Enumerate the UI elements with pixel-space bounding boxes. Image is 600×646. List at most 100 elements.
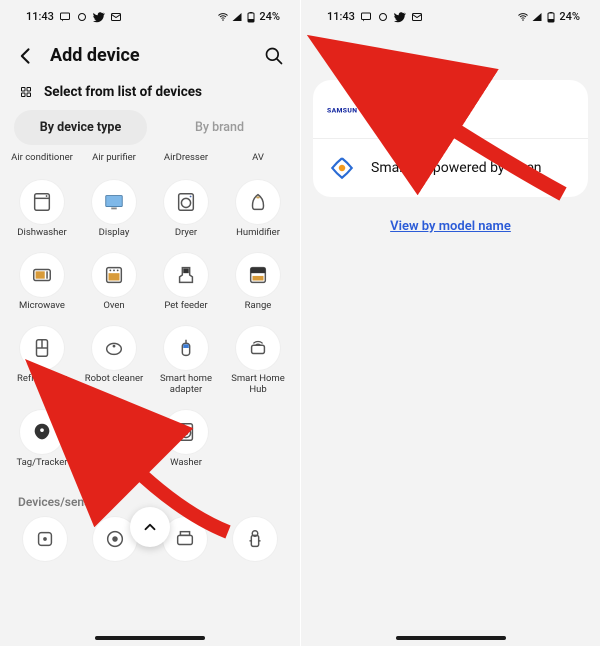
tab-by-device-type[interactable]: By device type — [14, 110, 147, 145]
status-left: 11:43 — [26, 10, 122, 23]
device-refrigerator[interactable]: Refrigerator — [6, 324, 78, 402]
device-label: Range — [245, 301, 272, 312]
device-label: Oven — [103, 301, 124, 312]
circle-icon — [76, 11, 88, 23]
device-dryer[interactable]: Dryer — [150, 178, 222, 245]
oven-icon — [92, 253, 136, 297]
samsung-logo-icon: SAMSUNG — [327, 94, 357, 124]
status-bar: 11:43 24% — [0, 0, 300, 27]
signal-icon — [231, 11, 243, 23]
battery-icon — [545, 11, 557, 23]
list-item-label: Samsung — [371, 101, 430, 117]
screen-tv: 11:43 24% TV SAMSUNG — [300, 0, 600, 646]
screen-add-device: 11:43 24% Add device — [0, 0, 300, 646]
device-grid: Dishwasher Display Dryer Humidifier Micr… — [0, 170, 300, 481]
section-header-text: Select from list of devices — [44, 84, 202, 100]
device-range[interactable]: Range — [222, 251, 294, 318]
tag-icon — [20, 410, 64, 454]
display-icon — [92, 180, 136, 224]
mail-icon — [411, 11, 423, 23]
collapse-fab[interactable] — [130, 507, 170, 547]
brand-list: SAMSUNG Samsung Smart TV powered by Tize… — [313, 80, 588, 197]
status-left: 11:43 — [327, 10, 423, 23]
scan-icon[interactable] — [18, 84, 34, 100]
tizen-logo-icon — [327, 153, 357, 183]
section-header: Select from list of devices — [0, 80, 300, 110]
device-label: Smart Home Hub — [222, 374, 294, 396]
device-humidifier[interactable]: Humidifier — [222, 178, 294, 245]
device-label: Display — [99, 228, 130, 239]
sensor-icon[interactable] — [23, 517, 67, 561]
battery-icon — [245, 11, 257, 23]
device-tv[interactable]: TV — [78, 408, 150, 475]
chevron-left-icon — [317, 46, 337, 66]
device-display[interactable]: Display — [78, 178, 150, 245]
device-oven[interactable]: Oven — [78, 251, 150, 318]
tabs: By device type By brand — [0, 110, 300, 145]
range-icon — [236, 253, 280, 297]
washer-icon — [164, 410, 208, 454]
list-item-tizen[interactable]: Smart TV powered by Tizen — [313, 138, 588, 197]
device-label: Refrigerator — [17, 374, 67, 385]
device-item[interactable]: AirDresser — [150, 151, 222, 170]
robot-icon — [92, 326, 136, 370]
device-robot-cleaner[interactable]: Robot cleaner — [78, 324, 150, 402]
dishwasher-icon — [20, 180, 64, 224]
device-item[interactable]: Air purifier — [78, 151, 150, 170]
status-right: 24% — [217, 10, 280, 23]
sensor-icon[interactable] — [233, 517, 277, 561]
microwave-icon — [20, 253, 64, 297]
device-tag-tracker[interactable]: Tag/Tracker — [6, 408, 78, 475]
tab-by-brand[interactable]: By brand — [153, 110, 286, 145]
link-text: View by model name — [390, 219, 511, 234]
back-button[interactable] — [16, 46, 36, 66]
search-icon — [264, 46, 284, 66]
device-label: Humidifier — [236, 228, 280, 239]
device-label: Microwave — [19, 301, 65, 312]
list-item-samsung[interactable]: SAMSUNG Samsung — [313, 80, 588, 138]
petfeeder-icon — [164, 253, 208, 297]
svg-text:SAMSUNG: SAMSUNG — [327, 106, 357, 114]
device-microwave[interactable]: Microwave — [6, 251, 78, 318]
device-label: Air purifier — [92, 153, 136, 164]
sensors-row — [0, 517, 300, 561]
view-by-model-link[interactable]: View by model name — [301, 197, 600, 252]
mail-icon — [110, 11, 122, 23]
adapter-icon — [164, 326, 208, 370]
device-label: AirDresser — [164, 153, 208, 164]
search-button[interactable] — [264, 46, 284, 66]
chevron-up-icon — [141, 518, 159, 536]
device-smart-home-hub[interactable]: Smart Home Hub — [222, 324, 294, 402]
device-smart-home-adapter[interactable]: Smart home adapter — [150, 324, 222, 402]
wifi-icon — [217, 11, 229, 23]
device-label: TV — [108, 458, 120, 469]
chevron-left-icon — [16, 46, 36, 66]
home-indicator[interactable] — [95, 636, 205, 640]
refrigerator-icon — [20, 326, 64, 370]
device-item[interactable]: AV — [222, 151, 294, 170]
device-label: Smart home adapter — [150, 374, 222, 396]
device-label: Robot cleaner — [85, 374, 143, 385]
status-bar: 11:43 24% — [301, 0, 600, 27]
home-indicator[interactable] — [396, 636, 506, 640]
device-petfeeder[interactable]: Pet feeder — [150, 251, 222, 318]
device-label: Dishwasher — [17, 228, 66, 239]
clock: 11:43 — [327, 10, 355, 23]
bird-icon — [394, 11, 406, 23]
device-dishwasher[interactable]: Dishwasher — [6, 178, 78, 245]
device-label: AV — [252, 153, 264, 164]
chat-icon — [59, 11, 71, 23]
list-item-label: Smart TV powered by Tizen — [371, 160, 541, 176]
battery-pct: 24% — [559, 10, 580, 23]
device-item[interactable]: Air conditioner — [6, 151, 78, 170]
device-washer[interactable]: Washer — [150, 408, 222, 475]
status-right: 24% — [517, 10, 580, 23]
device-label: Washer — [170, 458, 202, 469]
battery-pct: 24% — [259, 10, 280, 23]
page-title: Add device — [50, 45, 250, 66]
device-label: Tag/Tracker — [16, 458, 67, 469]
bird-icon — [93, 11, 105, 23]
back-button[interactable] — [317, 46, 337, 66]
topbar: Add device — [0, 27, 300, 80]
hub-icon — [236, 326, 280, 370]
